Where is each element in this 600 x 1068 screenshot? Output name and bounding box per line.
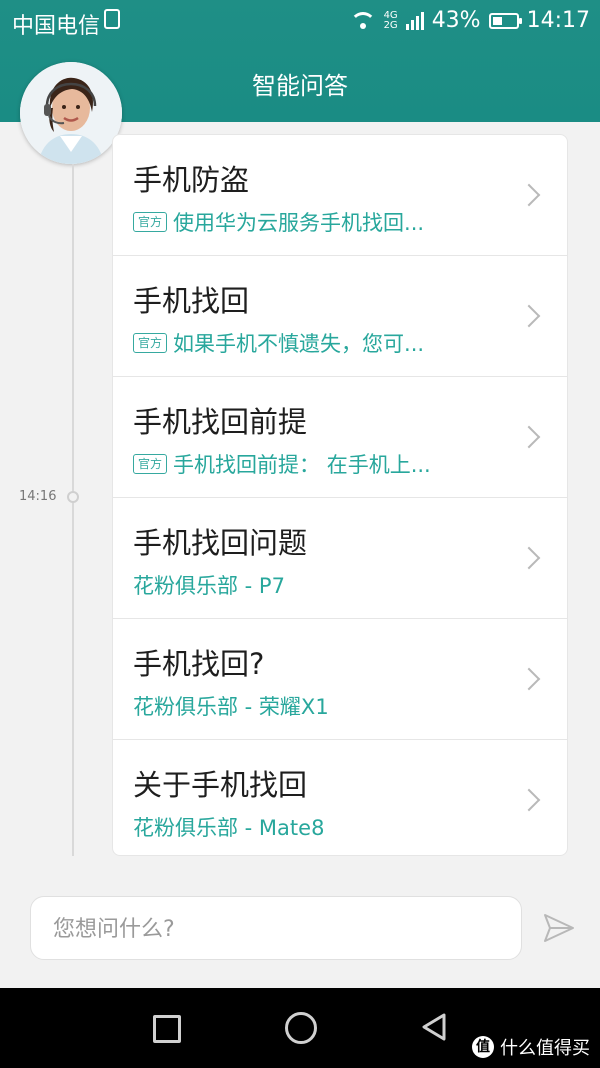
wifi-icon [349, 11, 376, 30]
answer-question: 手机防盗 [133, 163, 250, 197]
answer-question: 手机找回? [133, 647, 265, 681]
watermark: 值 什么值得买 [472, 1034, 590, 1060]
battery-percent: 43% [431, 8, 481, 33]
answer-question: 手机找回前提 [133, 405, 308, 439]
chevron-right-icon [517, 788, 541, 812]
network-indicator: 4G 2G [383, 10, 398, 31]
answer-snippet-row: 官方 使用华为云服务手机找回... [133, 207, 424, 237]
signal-icon [405, 11, 424, 30]
chevron-right-icon [517, 546, 541, 570]
answer-snippet-row: 官方 手机找回前提： 在手机上... [133, 449, 431, 479]
status-bar: 中国电信 4G 2G 43% 14:17 [0, 0, 600, 44]
answer-snippet: 花粉俱乐部 - P7 [133, 574, 285, 598]
network-label-2: 2G [383, 19, 398, 31]
battery-icon [488, 12, 522, 29]
answer-card: 手机防盗 官方 使用华为云服务手机找回... 手机找回 官方 如果手机不慎遗失，… [112, 134, 568, 856]
chevron-right-icon [517, 183, 541, 207]
system-nav-bar: 值 什么值得买 [0, 988, 600, 1068]
sim-icon [104, 9, 120, 29]
answer-snippet: 使用华为云服务手机找回... [173, 211, 425, 235]
home-button[interactable] [285, 1012, 317, 1044]
answer-item[interactable]: 手机找回前提 官方 手机找回前提： 在手机上... [113, 377, 567, 498]
answer-item[interactable]: 手机找回 官方 如果手机不慎遗失，您可... [113, 256, 567, 377]
answer-question: 手机找回 [133, 284, 250, 318]
official-badge: 官方 [133, 212, 168, 232]
recent-apps-button[interactable] [153, 1015, 181, 1043]
answer-snippet-row: 花粉俱乐部 - P7 [133, 570, 285, 600]
clock: 14:17 [526, 8, 590, 33]
chevron-right-icon [517, 667, 541, 691]
answer-item[interactable]: 关于手机找回 花粉俱乐部 - Mate8 [113, 740, 567, 855]
answer-snippet-row: 官方 如果手机不慎遗失，您可... [133, 328, 424, 358]
answer-snippet: 手机找回前提： 在手机上... [173, 453, 431, 477]
answer-snippet-row: 花粉俱乐部 - Mate8 [133, 812, 324, 842]
send-icon[interactable] [543, 913, 575, 943]
answer-item[interactable]: 手机找回问题 花粉俱乐部 - P7 [113, 498, 567, 619]
watermark-text: 什么值得买 [500, 1038, 590, 1059]
answer-question: 手机找回问题 [133, 526, 308, 560]
timeline-time: 14:16 [19, 489, 57, 504]
answer-snippet: 如果手机不慎遗失，您可... [173, 332, 425, 356]
carrier-label: 中国电信 [12, 14, 101, 39]
answer-item[interactable]: 手机找回? 花粉俱乐部 - 荣耀X1 [113, 619, 567, 740]
watermark-badge: 值 [472, 1036, 494, 1058]
answer-snippet-row: 花粉俱乐部 - 荣耀X1 [133, 691, 329, 721]
timeline-line [72, 164, 74, 856]
answer-item[interactable]: 手机防盗 官方 使用华为云服务手机找回... [113, 135, 567, 256]
question-input-box[interactable] [30, 896, 522, 960]
official-badge: 官方 [133, 333, 168, 353]
answer-question: 关于手机找回 [133, 768, 308, 802]
back-button[interactable] [420, 1012, 448, 1042]
chevron-right-icon [517, 425, 541, 449]
chevron-right-icon [517, 304, 541, 328]
answer-snippet: 花粉俱乐部 - Mate8 [133, 816, 325, 840]
official-badge: 官方 [133, 454, 168, 474]
question-input[interactable] [51, 911, 495, 947]
answer-snippet: 花粉俱乐部 - 荣耀X1 [133, 695, 329, 719]
assistant-avatar [20, 62, 122, 164]
agent-portrait-icon [20, 62, 122, 164]
timeline-dot [67, 491, 79, 503]
